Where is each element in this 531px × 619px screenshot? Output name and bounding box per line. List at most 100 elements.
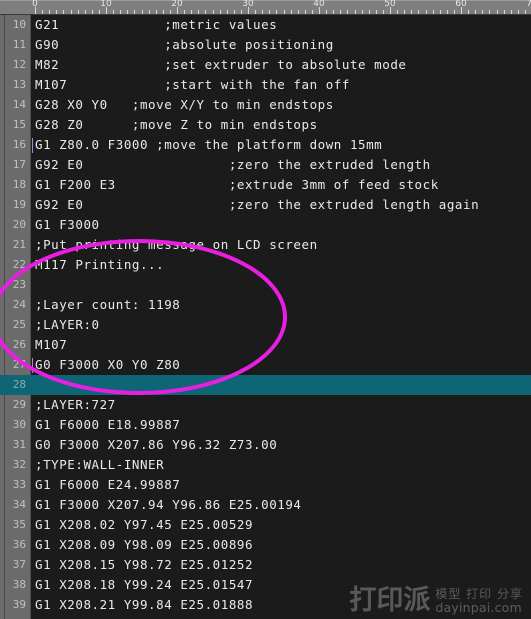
code-line[interactable]: 23 [0,275,531,295]
ruler-label: 0 [32,0,38,9]
code-line[interactable]: 18 G1 F200 E3 ;extrude 3mm of feed stock [0,175,531,195]
ruler-minor-tick [191,10,192,14]
code-line[interactable]: 37 G1 X208.15 Y98.72 E25.01252 [0,555,531,575]
code-line[interactable]: 28 [0,375,531,395]
ruler-ticks: 0 10 20 30 40 50 60 70 [0,0,531,14]
code-line-text[interactable]: G1 F6000 E18.99887 [35,415,180,435]
code-line-text[interactable]: G1 X208.09 Y98.09 E25.00896 [35,535,253,555]
code-line-text[interactable]: G0 F3000 X207.86 Y96.32 Z73.00 [35,435,277,455]
code-line[interactable]: 19 G92 E0 ;zero the extruded length again [0,195,531,215]
ruler-minor-tick [49,10,50,14]
code-line[interactable]: 11 G90 ;absolute positioning [0,35,531,55]
code-line-text[interactable]: ;Put printing message on LCD screen [35,235,318,255]
ruler-minor-tick [397,10,398,14]
code-line-list[interactable]: 10 G21 ;metric values 11 G90 ;absolute posi… [0,15,531,619]
code-line-text[interactable]: G1 F3000 X207.94 Y96.86 E25.00194 [35,495,302,515]
code-line-text[interactable]: G90 ;absolute positioning [35,35,334,55]
ruler-minor-tick [127,10,128,14]
code-line-text[interactable]: ;LAYER:0 [35,315,100,335]
code-line-text[interactable]: G21 ;metric values [35,15,277,35]
ruler-minor-tick [504,10,505,14]
line-number: 32 [12,458,26,471]
ruler-minor-tick [184,10,185,14]
ruler-minor-tick [220,10,221,14]
ruler-label: 20 [171,0,183,9]
code-line-text[interactable]: G0 F3000 X0 Y0 Z80 [31,355,180,375]
code-line[interactable]: 27 G0 F3000 X0 Y0 Z80 [0,355,531,375]
line-number: 15 [12,118,26,131]
code-line[interactable]: 17 G92 E0 ;zero the extruded length [0,155,531,175]
ruler-minor-tick [78,10,79,14]
ruler-minor-tick [92,10,93,14]
code-line-text[interactable]: M107 [35,335,67,355]
code-line-text[interactable]: G1 X208.18 Y99.24 E25.01547 [35,575,253,595]
code-line-text[interactable]: G1 F3000 [35,215,100,235]
ruler-minor-tick [347,10,348,14]
line-number: 26 [12,338,26,351]
code-editor-area[interactable]: 10 G21 ;metric values 11 G90 ;absolute posi… [0,15,531,619]
code-line-text[interactable]: M117 Printing... [35,255,164,275]
code-line-text[interactable]: M82 ;set extruder to absolute mode [35,55,406,75]
code-line[interactable]: 14 G28 X0 Y0 ;move X/Y to min endstops [0,95,531,115]
code-line[interactable]: 25 ;LAYER:0 [0,315,531,335]
code-line-text[interactable]: G1 F200 E3 ;extrude 3mm of feed stock [35,175,439,195]
code-line-text[interactable]: M107 ;start with the fan off [35,75,350,95]
code-line[interactable]: 13 M107 ;start with the fan off [0,75,531,95]
code-line[interactable]: 33 G1 F6000 E24.99887 [0,475,531,495]
ruler-minor-tick [489,10,490,14]
code-line[interactable]: 16 G1 Z80.0 F3000 ;move the platform down… [0,135,531,155]
ruler-minor-tick [411,10,412,14]
line-number: 29 [12,398,26,411]
code-line[interactable]: 30 G1 F6000 E18.99887 [0,415,531,435]
code-line-text[interactable]: G92 E0 ;zero the extruded length [35,155,431,175]
ruler-minor-tick [234,10,235,14]
code-line[interactable]: 12 M82 ;set extruder to absolute mode [0,55,531,75]
code-line[interactable]: 26 M107 [0,335,531,355]
code-line-text[interactable]: G1 X208.21 Y99.84 E25.01888 [35,595,253,615]
code-line[interactable]: 35 G1 X208.02 Y97.45 E25.00529 [0,515,531,535]
code-line-text[interactable]: G28 Z0 ;move Z to min endstops [35,115,318,135]
code-line[interactable]: 22 M117 Printing... [0,255,531,275]
line-number: 16 [12,138,26,151]
code-line-text[interactable]: G1 Z80.0 F3000 ;move the platform down 1… [31,135,382,155]
ruler-minor-tick [326,10,327,14]
line-number: 39 [12,598,26,611]
code-line-text[interactable]: ;LAYER:727 [35,395,116,415]
ruler-minor-tick [298,10,299,14]
code-line-text[interactable]: G28 X0 Y0 ;move X/Y to min endstops [35,95,334,115]
code-line[interactable]: 40 G1 X208.22 Y100.38 E25.02190 [0,615,531,619]
code-line-text[interactable]: ;TYPE:WALL-INNER [35,455,164,475]
line-number: 21 [12,238,26,251]
line-number: 36 [12,538,26,551]
ruler-minor-tick [120,10,121,14]
ruler-label: 60 [455,0,467,9]
ruler-minor-tick [291,10,292,14]
ruler-minor-tick [362,10,363,14]
line-number: 20 [12,218,26,231]
code-line[interactable]: 34 G1 F3000 X207.94 Y96.86 E25.00194 [0,495,531,515]
line-number: 10 [12,18,26,31]
code-line-text[interactable]: G1 X208.15 Y98.72 E25.01252 [35,555,253,575]
code-line-text[interactable]: G1 X208.22 Y100.38 E25.02190 [35,615,261,619]
code-line-text[interactable]: G92 E0 ;zero the extruded length again [35,195,479,215]
code-line-text[interactable]: ;Layer count: 1198 [35,295,180,315]
code-line[interactable]: 36 G1 X208.09 Y98.09 E25.00896 [0,535,531,555]
line-number: 25 [12,318,26,331]
code-line[interactable]: 31 G0 F3000 X207.86 Y96.32 Z73.00 [0,435,531,455]
code-line-text[interactable]: G1 X208.02 Y97.45 E25.00529 [35,515,253,535]
code-line[interactable]: 15 G28 Z0 ;move Z to min endstops [0,115,531,135]
code-line-text[interactable]: G1 F6000 E24.99887 [35,475,180,495]
code-line[interactable]: 21 ;Put printing message on LCD screen [0,235,531,255]
line-number: 24 [12,298,26,311]
code-line[interactable]: 24 ;Layer count: 1198 [0,295,531,315]
ruler-minor-tick [85,10,86,14]
code-line[interactable]: 32 ;TYPE:WALL-INNER [0,455,531,475]
code-line[interactable]: 38 G1 X208.18 Y99.24 E25.01547 [0,575,531,595]
ruler-minor-tick [163,10,164,14]
code-line[interactable]: 10 G21 ;metric values [0,15,531,35]
line-number: 31 [12,438,26,451]
code-line[interactable]: 29 ;LAYER:727 [0,395,531,415]
code-line[interactable]: 39 G1 X208.21 Y99.84 E25.01888 [0,595,531,615]
ruler-label: 10 [100,0,112,9]
code-line[interactable]: 20 G1 F3000 [0,215,531,235]
